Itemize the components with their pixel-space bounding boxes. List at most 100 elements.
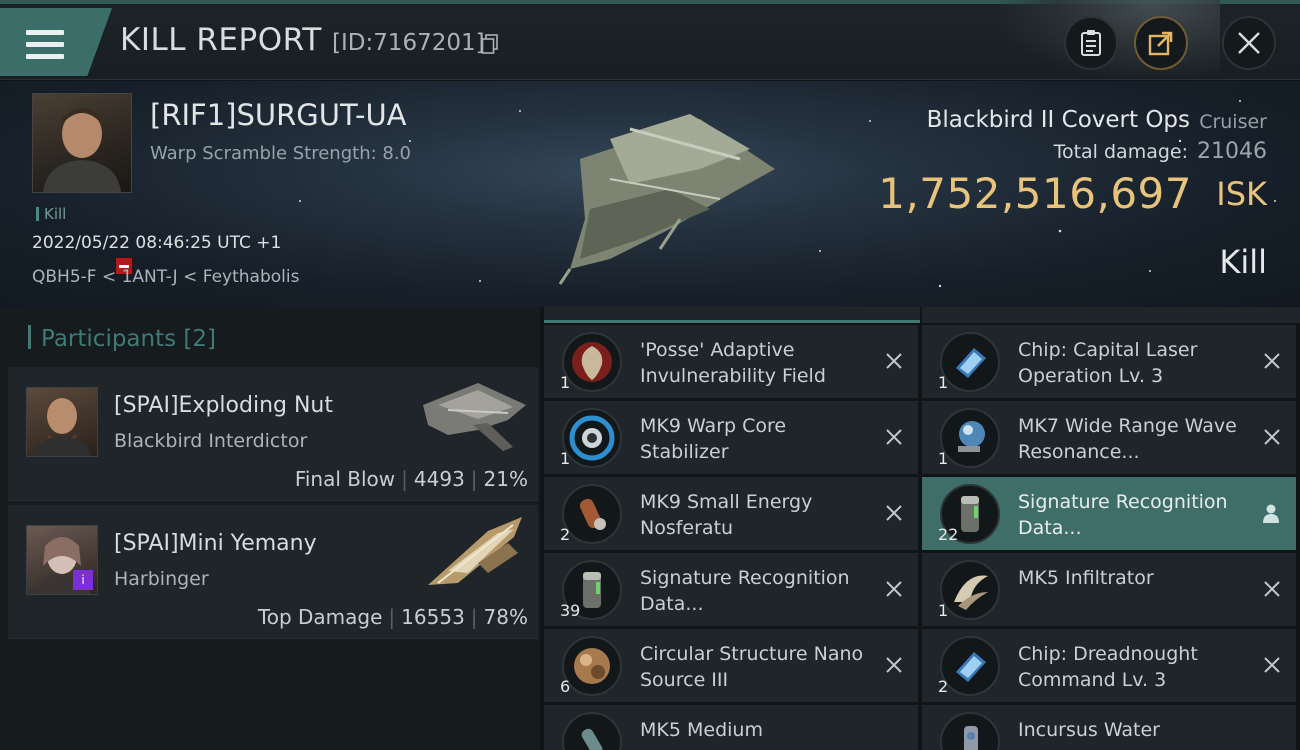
item-row[interactable]: 2 MK9 Small Energy Nosferatu <box>544 477 918 550</box>
destroyed-x-icon <box>886 505 902 521</box>
header-bar: KILL REPORT [ID:7167201] <box>0 0 1300 80</box>
close-button[interactable] <box>1222 16 1276 70</box>
item-quantity: 1 <box>560 373 571 392</box>
item-name: MK5 Infiltrator <box>1018 567 1154 589</box>
item-row[interactable]: Incursus Water <box>922 705 1296 750</box>
kill-tag: Kill <box>36 205 66 223</box>
kill-tag-label: Kill <box>44 205 67 223</box>
item-name: Signature Recognition Data... <box>640 567 850 615</box>
module-icon <box>562 712 622 750</box>
victim-panel: [RIF1]SURGUT-UA Warp Scramble Strength: … <box>0 81 1300 307</box>
total-damage-value: 21046 <box>1197 139 1267 164</box>
page-title: KILL REPORT <box>120 22 322 58</box>
result-label: Kill <box>1219 243 1267 281</box>
item-name: Incursus Water <box>1018 719 1160 741</box>
destroyed-x-icon <box>886 353 902 369</box>
participant-damage: 16553 <box>401 605 465 629</box>
item-row[interactable]: 1 MK9 Warp Core Stabilizer <box>544 401 918 474</box>
clipboard-icon <box>1081 30 1101 56</box>
warp-scramble-strength: Warp Scramble Strength: 8.0 <box>150 143 412 164</box>
isk-value: 1,752,516,697 <box>878 169 1192 218</box>
participant-name[interactable]: [SPAI]Exploding Nut <box>114 393 333 418</box>
participant-ship-image <box>428 517 522 585</box>
item-row-partial <box>922 307 1300 323</box>
item-quantity: 1 <box>938 449 949 468</box>
item-quantity: 1 <box>560 449 571 468</box>
item-row[interactable]: 1 Chip: Capital Laser Operation Lv. 3 <box>922 325 1296 398</box>
destroyed-x-icon <box>886 429 902 445</box>
close-icon <box>1238 32 1260 54</box>
kill-location[interactable]: QBH5-F < 1ANT-J < Feythabolis <box>32 267 299 287</box>
total-damage-label: Total damage: <box>1053 141 1188 163</box>
participant-percent: 21% <box>483 467 528 491</box>
chip-icon <box>940 332 1000 392</box>
item-row[interactable]: MK5 Medium <box>544 705 918 750</box>
dropped-items-grid: 1 'Posse' Adaptive Invulnerability Field… <box>544 307 1300 750</box>
victim-name[interactable]: [RIF1]SURGUT-UA <box>150 98 407 132</box>
nosferatu-icon <box>562 484 622 544</box>
item-name: Circular Structure Nano Source III <box>640 643 864 691</box>
participant-name[interactable]: [SPAI]Mini Yemany <box>114 531 317 556</box>
item-name: MK9 Small Energy Nosferatu <box>640 491 813 539</box>
participant-stats: Final Blow | 4493 | 21% <box>294 467 528 491</box>
copy-icon[interactable] <box>481 34 499 54</box>
participant-ship: Blackbird Interdictor <box>114 430 308 452</box>
destroyed-x-icon <box>886 581 902 597</box>
participants-title: Participants <box>41 326 177 352</box>
victim-portrait[interactable] <box>32 93 132 193</box>
item-row-highlighted[interactable]: 22 Signature Recognition Data... <box>922 477 1296 550</box>
participant-ship-image <box>423 383 526 451</box>
resonance-icon <box>940 408 1000 468</box>
kill-datetime: 2022/05/22 08:46:25 UTC +1 <box>32 233 282 253</box>
item-row-partial <box>544 307 920 323</box>
participants-header: Participants [2] <box>28 325 216 352</box>
nano-source-icon <box>562 636 622 696</box>
participant-card[interactable]: [SPAI]Exploding Nut Blackbird Interdicto… <box>8 367 538 501</box>
item-name: Chip: Dreadnought Command Lv. 3 <box>1018 643 1198 691</box>
isk-unit: ISK <box>1216 175 1267 213</box>
victim-ship-image <box>558 114 775 285</box>
victim-ship-class: Cruiser <box>1199 111 1267 133</box>
item-row[interactable]: 1 MK5 Infiltrator <box>922 553 1296 626</box>
item-quantity: 1 <box>938 373 949 392</box>
destroyed-x-icon <box>1264 657 1280 673</box>
participants-count: [2] <box>183 326 217 352</box>
item-quantity: 39 <box>560 601 581 620</box>
item-row[interactable]: 6 Circular Structure Nano Source III <box>544 629 918 702</box>
share-icon <box>1148 31 1173 56</box>
chip-icon <box>940 636 1000 696</box>
item-quantity: 2 <box>560 525 571 544</box>
item-row[interactable]: 2 Chip: Dreadnought Command Lv. 3 <box>922 629 1296 702</box>
item-row[interactable]: 39 Signature Recognition Data... <box>544 553 918 626</box>
participant-role: Top Damage <box>257 605 383 629</box>
item-name: MK7 Wide Range Wave Resonance... <box>1018 415 1237 463</box>
item-row[interactable]: 1 'Posse' Adaptive Invulnerability Field <box>544 325 918 398</box>
participants-panel: Participants [2] [SPAI]Exploding Nut Bla… <box>0 307 540 750</box>
warp-core-icon <box>562 408 622 468</box>
victim-ship-name[interactable]: Blackbird II Covert Ops <box>927 107 1190 133</box>
infiltrator-drone-icon <box>940 560 1000 620</box>
info-badge-icon: i <box>73 570 93 590</box>
destroyed-x-icon <box>1264 353 1280 369</box>
participant-card[interactable]: i [SPAI]Mini Yemany Harbinger Top Damage… <box>8 505 538 639</box>
shield-module-icon <box>562 332 622 392</box>
item-name: Signature Recognition Data... <box>1018 491 1228 539</box>
destroyed-x-icon <box>1264 581 1280 597</box>
menu-button[interactable] <box>0 8 112 76</box>
item-quantity: 2 <box>938 677 949 696</box>
participant-percent: 78% <box>483 605 528 629</box>
share-button[interactable] <box>1134 16 1188 70</box>
item-name: MK9 Warp Core Stabilizer <box>640 415 787 463</box>
participant-stats: Top Damage | 16553 | 78% <box>257 605 528 629</box>
item-name: Chip: Capital Laser Operation Lv. 3 <box>1018 339 1198 387</box>
clipboard-button[interactable] <box>1064 16 1118 70</box>
avatar-icon <box>43 108 121 192</box>
destroyed-x-icon <box>1264 429 1280 445</box>
participant-portrait <box>26 387 98 457</box>
incursus-icon <box>940 712 1000 750</box>
item-name: 'Posse' Adaptive Invulnerability Field <box>640 339 826 387</box>
participant-role: Final Blow <box>294 467 396 491</box>
item-row[interactable]: 1 MK7 Wide Range Wave Resonance... <box>922 401 1296 474</box>
item-quantity: 22 <box>938 525 959 544</box>
report-id: [ID:7167201] <box>332 30 485 56</box>
